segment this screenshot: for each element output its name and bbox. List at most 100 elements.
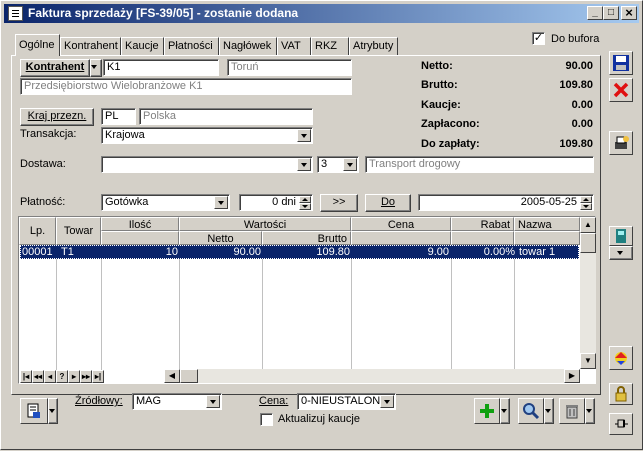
prev-record-button[interactable]: ◂ bbox=[44, 370, 56, 383]
refresh-button[interactable] bbox=[609, 346, 633, 370]
cell-brutto: 109.80 bbox=[316, 246, 350, 258]
help-button[interactable]: ? bbox=[56, 370, 68, 383]
table-row[interactable]: 00001 T1 10 90.00 109.80 9.00 0.00% towa… bbox=[20, 245, 579, 259]
col-divider bbox=[179, 245, 180, 370]
cell-towar: T1 bbox=[61, 246, 74, 258]
add-dropdown-button[interactable] bbox=[500, 398, 510, 424]
cena-label: Cena: bbox=[259, 395, 289, 407]
netto-value: 90.00 bbox=[565, 60, 593, 72]
trash-icon bbox=[566, 405, 578, 419]
delete-dropdown-button[interactable] bbox=[585, 398, 595, 424]
do-button[interactable]: Do bbox=[365, 194, 411, 212]
chevron-down-icon bbox=[297, 158, 311, 171]
chevron-down-icon bbox=[542, 405, 556, 418]
col-header-rabat[interactable]: Rabat bbox=[451, 217, 514, 231]
colorful-arrows-icon bbox=[615, 352, 627, 365]
last-record-button[interactable]: ▸| bbox=[92, 370, 104, 383]
kontrahent-dropdown-button[interactable] bbox=[90, 59, 102, 77]
cell-ilosc: 10 bbox=[165, 246, 178, 258]
chevron-down-icon bbox=[214, 196, 228, 209]
chevron-down-icon bbox=[88, 61, 102, 74]
cena-select[interactable]: 0-NIEUSTALONA bbox=[297, 393, 396, 410]
kontrahent-city-field: Toruń bbox=[227, 59, 352, 76]
zrodlowy-select[interactable]: MAG bbox=[132, 393, 222, 410]
calculate-term-button[interactable]: >> bbox=[320, 194, 358, 212]
spinner-arrows-icon[interactable] bbox=[299, 196, 311, 210]
platnosc-select[interactable]: Gotówka bbox=[101, 194, 230, 211]
col-header-rabat-sub bbox=[451, 231, 514, 245]
zaplacono-label: Zapłacono: bbox=[421, 118, 480, 130]
terminal-icon bbox=[616, 229, 626, 243]
col-header-brutto[interactable]: Brutto bbox=[262, 231, 351, 245]
chevron-down-icon bbox=[380, 395, 394, 408]
search-dropdown-button[interactable] bbox=[544, 398, 554, 424]
delete-item-button[interactable] bbox=[559, 398, 585, 424]
cell-rabat: 0.00% bbox=[483, 246, 515, 258]
vertical-scrollbar[interactable]: ▲ ▼ bbox=[580, 217, 596, 369]
print-fiscal-button[interactable] bbox=[609, 131, 633, 155]
payment-date-field[interactable]: 2005-05-25 bbox=[418, 194, 594, 211]
dostawa-select[interactable] bbox=[101, 156, 313, 173]
next-record-button[interactable]: ▸ bbox=[68, 370, 80, 383]
brutto-value: 109.80 bbox=[559, 79, 593, 91]
kraj-code-field[interactable]: PL bbox=[101, 108, 136, 125]
do-zaplaty-value: 109.80 bbox=[559, 138, 593, 150]
lock-button[interactable] bbox=[609, 383, 633, 405]
chevron-down-icon bbox=[343, 158, 357, 171]
search-item-button[interactable] bbox=[518, 398, 544, 424]
col-divider bbox=[451, 245, 452, 370]
prev-page-button[interactable]: ◂◂ bbox=[32, 370, 44, 383]
device-button[interactable] bbox=[609, 226, 633, 246]
items-table[interactable]: Lp. Towar Ilość Wartości Netto Brutto Ce… bbox=[18, 216, 596, 384]
chevron-down-icon bbox=[614, 247, 628, 260]
col-header-towar[interactable]: Towar bbox=[56, 217, 101, 245]
platnosc-label: Płatność: bbox=[20, 196, 66, 208]
first-record-button[interactable]: |◂ bbox=[20, 370, 32, 383]
horizontal-scrollbar[interactable]: ◀ ▶ bbox=[164, 369, 580, 383]
aktualizuj-kaucje-checkbox[interactable] bbox=[260, 413, 273, 426]
document-import-button[interactable] bbox=[20, 398, 48, 424]
col-header-wartosci[interactable]: Wartości bbox=[179, 217, 351, 231]
col-header-cena[interactable]: Cena bbox=[351, 217, 451, 231]
col-divider bbox=[101, 245, 102, 370]
col-header-lp[interactable]: Lp. bbox=[19, 217, 56, 245]
kaucje-value: 0.00 bbox=[571, 99, 593, 111]
kraj-name-field: Polska bbox=[139, 108, 313, 125]
col-header-ilosc[interactable]: Ilość bbox=[101, 217, 179, 231]
cell-nazwa: towar 1 bbox=[519, 246, 556, 258]
lock-icon bbox=[615, 386, 627, 402]
cell-lp: 00001 bbox=[22, 246, 53, 258]
document-import-icon bbox=[27, 403, 40, 418]
scroll-right-icon[interactable]: ▶ bbox=[564, 369, 580, 383]
spinner-arrows-icon[interactable] bbox=[580, 196, 592, 210]
transakcja-label: Transakcja: bbox=[20, 128, 77, 140]
transakcja-select[interactable]: Krajowa bbox=[101, 127, 313, 144]
chevron-down-icon bbox=[583, 405, 597, 418]
printer-hand-icon bbox=[615, 136, 629, 149]
import-dropdown-button[interactable] bbox=[48, 398, 58, 424]
add-item-button[interactable] bbox=[474, 398, 500, 424]
save-button[interactable] bbox=[609, 51, 633, 75]
kontrahent-button[interactable]: Kontrahent bbox=[20, 59, 90, 77]
col-header-nazwa[interactable]: Nazwa bbox=[514, 217, 580, 231]
horizontal-scroll-thumb[interactable] bbox=[180, 369, 198, 383]
cancel-button[interactable] bbox=[609, 78, 633, 102]
cell-cena: 9.00 bbox=[427, 246, 449, 258]
kraj-przezn-button[interactable]: Kraj przezn. bbox=[20, 108, 94, 126]
pin-button[interactable] bbox=[609, 413, 633, 435]
aktualizuj-kaucje-label: Aktualizuj kaucje bbox=[278, 413, 360, 425]
col-header-nazwa-sub bbox=[514, 231, 580, 245]
kontrahent-code-field[interactable]: K1 bbox=[103, 59, 219, 76]
magnifier-icon bbox=[523, 403, 540, 420]
scroll-down-icon[interactable]: ▼ bbox=[580, 353, 596, 369]
do-zaplaty-label: Do zapłaty: bbox=[421, 138, 480, 150]
device-dropdown-button[interactable] bbox=[609, 246, 633, 260]
vertical-scroll-thumb[interactable] bbox=[580, 233, 596, 253]
scroll-left-icon[interactable]: ◀ bbox=[164, 369, 180, 383]
scroll-up-icon[interactable]: ▲ bbox=[580, 217, 596, 233]
col-header-netto[interactable]: Netto bbox=[179, 231, 262, 245]
next-page-button[interactable]: ▸▸ bbox=[80, 370, 92, 383]
dostawa-number-select[interactable]: 3 bbox=[317, 156, 359, 173]
platnosc-days-spinner[interactable]: 0 dni bbox=[239, 194, 313, 211]
dostawa-label: Dostawa: bbox=[20, 158, 66, 170]
